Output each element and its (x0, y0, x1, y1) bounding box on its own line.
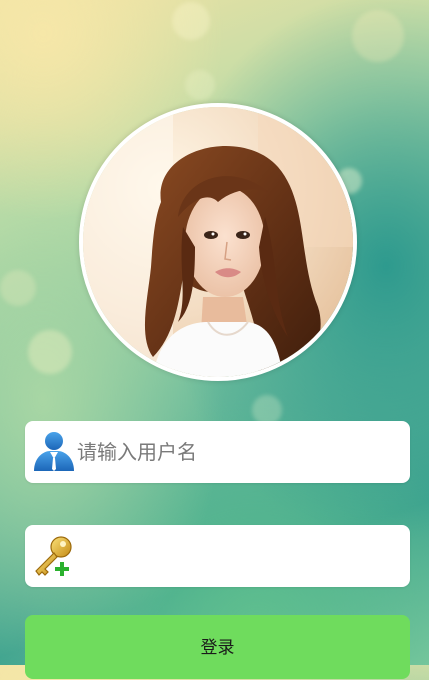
password-input[interactable] (77, 525, 397, 587)
background-bokeh (352, 10, 404, 62)
background-bokeh (185, 70, 215, 100)
background-bokeh (28, 330, 72, 374)
username-input[interactable] (77, 421, 397, 483)
key-add-icon (30, 533, 78, 581)
background-bokeh (172, 2, 210, 40)
user-icon (30, 429, 78, 477)
background-bokeh (0, 270, 36, 306)
login-button[interactable]: 登录 (25, 615, 410, 679)
avatar[interactable] (79, 103, 357, 381)
profile-photo (83, 107, 353, 377)
username-field[interactable] (25, 421, 410, 483)
password-field[interactable] (25, 525, 410, 587)
